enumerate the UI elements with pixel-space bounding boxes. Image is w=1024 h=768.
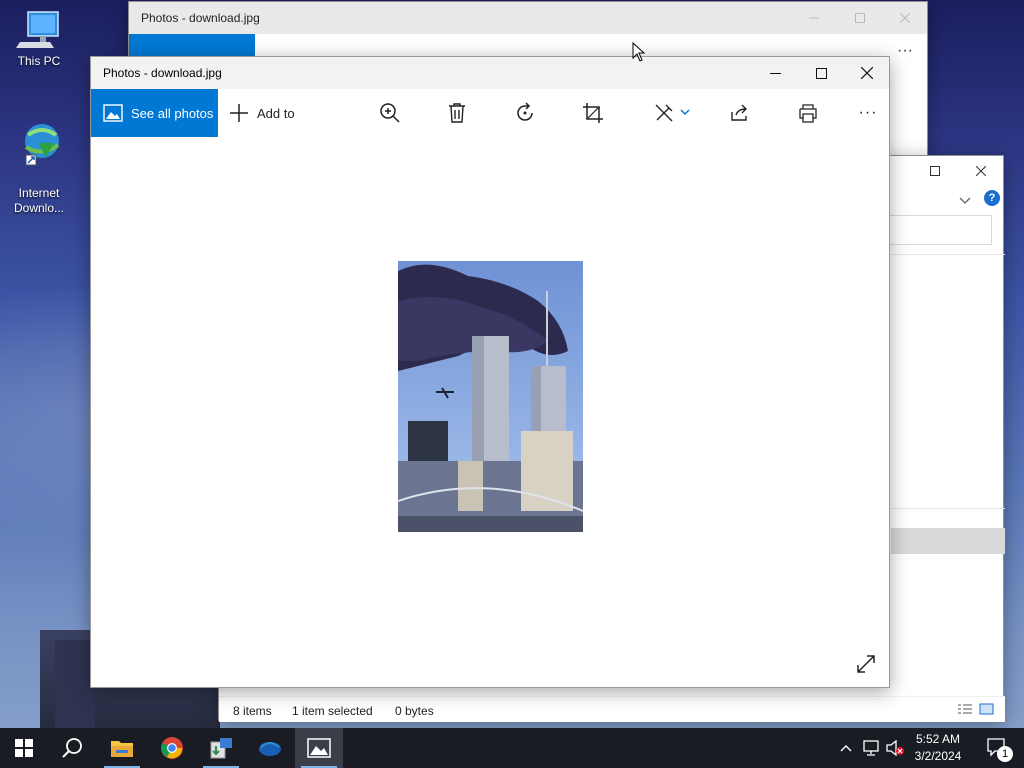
more-options-button[interactable]: ··· xyxy=(853,89,883,137)
more-icon: ··· xyxy=(858,104,878,121)
taskbar: 5:52 AM 3/2/2024 1 xyxy=(0,728,1024,768)
taskbar-app-installer[interactable] xyxy=(197,728,245,768)
window-title: Photos - download.jpg xyxy=(141,11,260,25)
search-icon xyxy=(62,738,82,758)
large-icons-view-icon[interactable] xyxy=(979,702,995,719)
share-icon xyxy=(731,104,747,121)
photos-app-icon xyxy=(307,738,331,758)
chevron-down-icon xyxy=(680,109,690,116)
status-item-count: 8 items xyxy=(233,704,272,718)
plus-icon xyxy=(230,104,248,122)
displayed-photo[interactable] xyxy=(398,261,583,532)
title-bar[interactable]: Photos - download.jpg xyxy=(91,57,889,89)
chevron-up-icon xyxy=(840,745,852,752)
edit-create-button[interactable] xyxy=(651,89,693,137)
status-selected-size: 0 bytes xyxy=(395,704,434,718)
photos-window[interactable]: Photos - download.jpg See all photos Add… xyxy=(90,56,890,688)
minimize-button[interactable] xyxy=(791,2,837,34)
maximize-icon xyxy=(855,13,865,23)
desktop-wallpaper-building xyxy=(55,640,95,728)
clock-button[interactable]: 5:52 AM 3/2/2024 xyxy=(906,731,970,765)
see-all-photos-label: See all photos xyxy=(131,105,214,121)
clock-time: 5:52 AM xyxy=(915,732,961,746)
idm-globe-icon xyxy=(24,124,60,166)
selected-file-row[interactable] xyxy=(891,528,1005,554)
divider xyxy=(891,508,1005,509)
see-all-photos-button[interactable]: See all photos xyxy=(91,89,218,137)
search-button[interactable] xyxy=(48,728,96,768)
desktop-icon-this-pc[interactable]: This PC xyxy=(2,8,76,69)
desktop-icon-label: Internet Downlo... xyxy=(13,186,65,215)
photos-icon xyxy=(103,104,123,122)
explorer-status-bar: 8 items 1 item selected 0 bytes xyxy=(219,696,1005,722)
desktop-icon-internet-download-manager[interactable]: Internet Downlo... xyxy=(2,106,76,216)
crop-icon xyxy=(583,103,603,123)
details-view-icon[interactable] xyxy=(957,703,973,720)
help-icon[interactable]: ? xyxy=(984,190,1000,206)
close-icon xyxy=(976,166,986,176)
print-button[interactable] xyxy=(793,89,823,137)
mouse-cursor xyxy=(632,41,646,65)
photos-toolbar: See all photos Add to ··· xyxy=(91,89,889,137)
title-bar[interactable]: Photos - download.jpg xyxy=(129,2,927,34)
fullscreen-button[interactable] xyxy=(855,653,879,677)
maximize-button[interactable] xyxy=(798,57,844,89)
chrome-icon xyxy=(161,737,183,759)
idm-icon xyxy=(259,742,281,756)
folder-icon xyxy=(111,741,133,757)
rotate-icon xyxy=(517,102,533,121)
volume-tray-button[interactable] xyxy=(884,728,906,768)
computer-icon xyxy=(16,11,59,48)
explorer-close-button[interactable] xyxy=(958,155,1004,187)
network-icon xyxy=(863,740,879,756)
add-to-button[interactable]: Add to xyxy=(229,89,295,137)
zoom-button[interactable] xyxy=(375,89,405,137)
windows-logo-icon xyxy=(15,739,33,757)
cursor-arrow-icon xyxy=(632,41,646,62)
edit-icon xyxy=(655,104,673,122)
explorer-maximize-button[interactable] xyxy=(912,155,958,187)
maximize-icon xyxy=(815,67,827,79)
explorer-search-box[interactable] xyxy=(879,215,992,245)
share-button[interactable] xyxy=(725,89,755,137)
close-icon xyxy=(900,13,910,23)
minimize-button[interactable] xyxy=(752,57,798,89)
taskbar-chrome[interactable] xyxy=(148,728,196,768)
status-selected-count: 1 item selected xyxy=(292,704,373,718)
volume-muted-icon xyxy=(886,740,904,756)
taskbar-photos[interactable] xyxy=(295,728,343,768)
notification-badge: 1 xyxy=(997,746,1013,762)
maximize-button[interactable] xyxy=(837,2,883,34)
desktop-icon-label: This PC xyxy=(17,54,61,68)
divider xyxy=(891,254,1005,255)
photo-image xyxy=(398,261,583,532)
ribbon-expand-chevron-icon[interactable] xyxy=(959,194,971,208)
minimize-icon xyxy=(769,72,781,74)
expand-icon xyxy=(857,655,875,673)
more-icon[interactable]: ··· xyxy=(897,42,913,60)
crop-button[interactable] xyxy=(578,89,608,137)
add-to-label: Add to xyxy=(257,105,295,121)
rotate-button[interactable] xyxy=(510,89,540,137)
maximize-icon xyxy=(930,166,940,176)
minimize-icon xyxy=(809,17,819,19)
taskbar-idm[interactable] xyxy=(246,728,294,768)
print-icon xyxy=(799,104,817,123)
network-tray-button[interactable] xyxy=(860,728,882,768)
action-center-button[interactable]: 1 xyxy=(978,728,1018,768)
start-button[interactable] xyxy=(0,728,48,768)
delete-icon xyxy=(449,103,465,123)
zoom-in-icon xyxy=(380,103,400,123)
clock-date: 3/2/2024 xyxy=(914,749,962,763)
delete-button[interactable] xyxy=(442,89,472,137)
close-button[interactable] xyxy=(882,2,928,34)
installer-icon xyxy=(210,738,232,759)
show-hidden-icons-button[interactable] xyxy=(836,728,856,768)
taskbar-file-explorer[interactable] xyxy=(98,728,146,768)
close-button[interactable] xyxy=(844,57,890,89)
close-icon xyxy=(861,67,873,79)
window-title: Photos - download.jpg xyxy=(103,66,222,80)
